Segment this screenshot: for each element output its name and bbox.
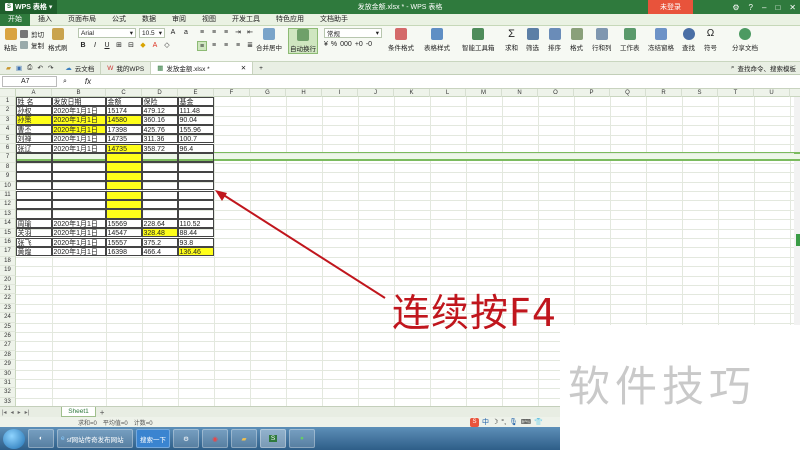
ime-mode: 中 [482, 419, 489, 426]
taskbar-globe[interactable]: ◐ [28, 429, 54, 448]
shirt-icon: 👕 [534, 419, 543, 426]
taskbar-search[interactable]: 搜索一下 [136, 429, 170, 448]
chrome-icon: ◉ [212, 435, 218, 443]
watermark-text: 软件技巧 [568, 362, 757, 411]
start-button[interactable] [3, 428, 25, 449]
moon-icon: ☽ [492, 419, 499, 426]
prev-sheet-icon[interactable]: ◂ [9, 409, 16, 416]
first-sheet-icon[interactable]: |◂ [0, 409, 9, 416]
wps-s-icon: S [268, 435, 278, 442]
taskbar-tool[interactable]: ⚙ [173, 429, 199, 448]
taskbar-browser[interactable]: e sf网站传奇发布网站 [57, 429, 133, 448]
add-sheet-icon[interactable]: + [100, 408, 105, 417]
taskbar-chrome[interactable]: ◉ [202, 429, 228, 448]
status-sum: 求和=0 [78, 420, 97, 427]
status-count: 计数=0 [133, 420, 153, 427]
punct-icon: °, [501, 418, 507, 426]
sheet-tab-bar: |◂ ◂ ▸ ▸| Sheet1 + [0, 406, 560, 417]
keyboard-icon: ⌨ [520, 419, 532, 426]
globe-icon: ◐ [39, 435, 43, 442]
next-sheet-icon[interactable]: ▸ [16, 409, 23, 416]
taskbar: ◐ e sf网站传奇发布网站 搜索一下 ⚙ ◉ ▰ S ● [0, 427, 560, 450]
wechat-icon: ● [300, 435, 304, 442]
sheet-tab-sheet1[interactable]: Sheet1 [61, 407, 96, 417]
taskbar-wps[interactable]: S [260, 429, 286, 448]
taskbar-wechat[interactable]: ● [289, 429, 315, 448]
tool-icon: ⚙ [183, 435, 189, 443]
folder-icon: ▰ [241, 435, 247, 443]
mic-icon: 🎙 [509, 419, 518, 426]
last-sheet-icon[interactable]: ▸| [23, 409, 32, 416]
taskbar-explorer[interactable]: ▰ [231, 429, 257, 448]
sogou-icon: S [470, 417, 479, 427]
ime-toolbar[interactable]: S 中 ☽ °, 🎙 ⌨ 👕 [470, 417, 543, 427]
status-average: 平均值=0 [102, 420, 128, 427]
watermark-panel: 软件技巧 [560, 325, 800, 450]
ie-icon: e [61, 435, 65, 442]
annotation-text: 连续按F4 [392, 291, 558, 335]
